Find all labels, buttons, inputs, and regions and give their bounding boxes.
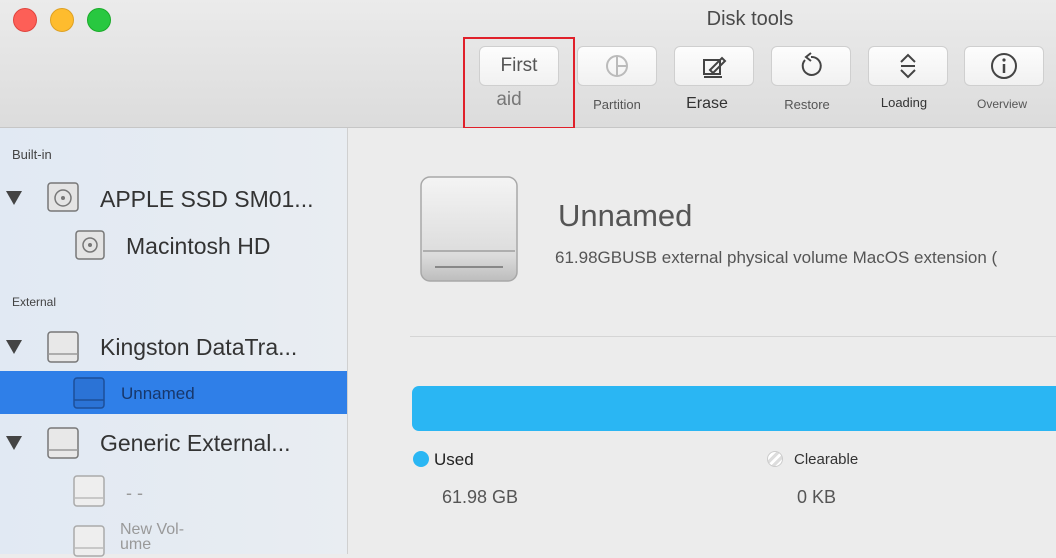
toolbar: Disk tools First aid Partition Erase Res…	[0, 0, 1056, 129]
sidebar-item-dash[interactable]: - -	[0, 473, 347, 511]
erase-label: Erase	[686, 95, 728, 112]
used-label: Used	[434, 450, 474, 469]
external-disk-icon	[73, 475, 105, 507]
info-icon	[991, 53, 1017, 79]
sidebar-item-label: Kingston DataTra...	[100, 334, 298, 360]
divider	[410, 336, 1056, 337]
minimize-window-button[interactable]	[50, 8, 74, 32]
external-disk-icon	[47, 427, 79, 459]
volume-disk-icon	[75, 230, 105, 260]
partition-button[interactable]	[577, 46, 657, 86]
sidebar-item-generic-external[interactable]: Generic External...	[0, 425, 347, 463]
volume-title: Unnamed	[558, 198, 693, 233]
close-window-button[interactable]	[13, 8, 37, 32]
erase-button[interactable]	[674, 46, 754, 86]
restore-button[interactable]	[771, 46, 851, 86]
external-drive-icon	[420, 176, 518, 282]
clearable-label: Clearable	[794, 451, 859, 468]
zoom-window-button[interactable]	[87, 8, 111, 32]
partition-icon	[606, 55, 628, 77]
disclosure-triangle-icon[interactable]	[6, 191, 22, 205]
sidebar-item-unnamed[interactable]: Unnamed	[0, 371, 347, 414]
erase-icon	[703, 56, 727, 78]
sidebar-item-label: Generic External...	[100, 430, 291, 456]
sidebar-item-kingston[interactable]: Kingston DataTra...	[0, 329, 347, 367]
used-value: 61.98 GB	[442, 487, 519, 507]
disclosure-triangle-icon[interactable]	[6, 436, 22, 450]
overview-button[interactable]	[964, 46, 1044, 86]
usage-bar	[412, 386, 1056, 431]
sidebar-item-label: - -	[126, 483, 143, 503]
sidebar-item-new-volume[interactable]: New Vol- ume	[0, 520, 347, 557]
clearable-value: 0 KB	[797, 487, 837, 507]
window-title: Disk tools	[706, 8, 794, 30]
highlight-box	[463, 37, 575, 129]
used-legend-dot	[413, 451, 429, 467]
sidebar-item-label: New Vol- ume	[120, 521, 185, 553]
external-disk-icon	[73, 377, 105, 409]
volume-description: 61.98GBUSB external physical volume MacO…	[555, 248, 998, 267]
sidebar-item-apple-ssd[interactable]: APPLE SSD SM01...	[0, 180, 347, 220]
external-disk-icon	[47, 331, 79, 363]
sidebar-item-macintosh-hd[interactable]: Macintosh HD	[0, 228, 347, 268]
restore-icon	[801, 52, 822, 76]
disclosure-triangle-icon[interactable]	[6, 340, 22, 354]
section-label-builtin: Built-in	[12, 147, 52, 162]
clearable-legend-dot	[767, 451, 783, 467]
sidebar-item-label: APPLE SSD SM01...	[100, 186, 314, 212]
sidebar-item-label: Macintosh HD	[126, 233, 271, 259]
sidebar-item-label: Unnamed	[121, 384, 195, 403]
external-disk-icon	[73, 525, 105, 557]
loading-label: Loading	[880, 95, 928, 110]
restore-label: Restore	[784, 97, 830, 112]
loading-button[interactable]	[868, 46, 948, 86]
sidebar: Built-in APPLE SSD SM01... Macintosh HD …	[0, 128, 348, 557]
section-label-external: External	[12, 295, 57, 309]
hard-disk-icon	[47, 182, 79, 212]
partition-label: Partition	[593, 97, 641, 112]
overview-label: Overview	[976, 97, 1027, 111]
mount-icon	[900, 53, 916, 79]
